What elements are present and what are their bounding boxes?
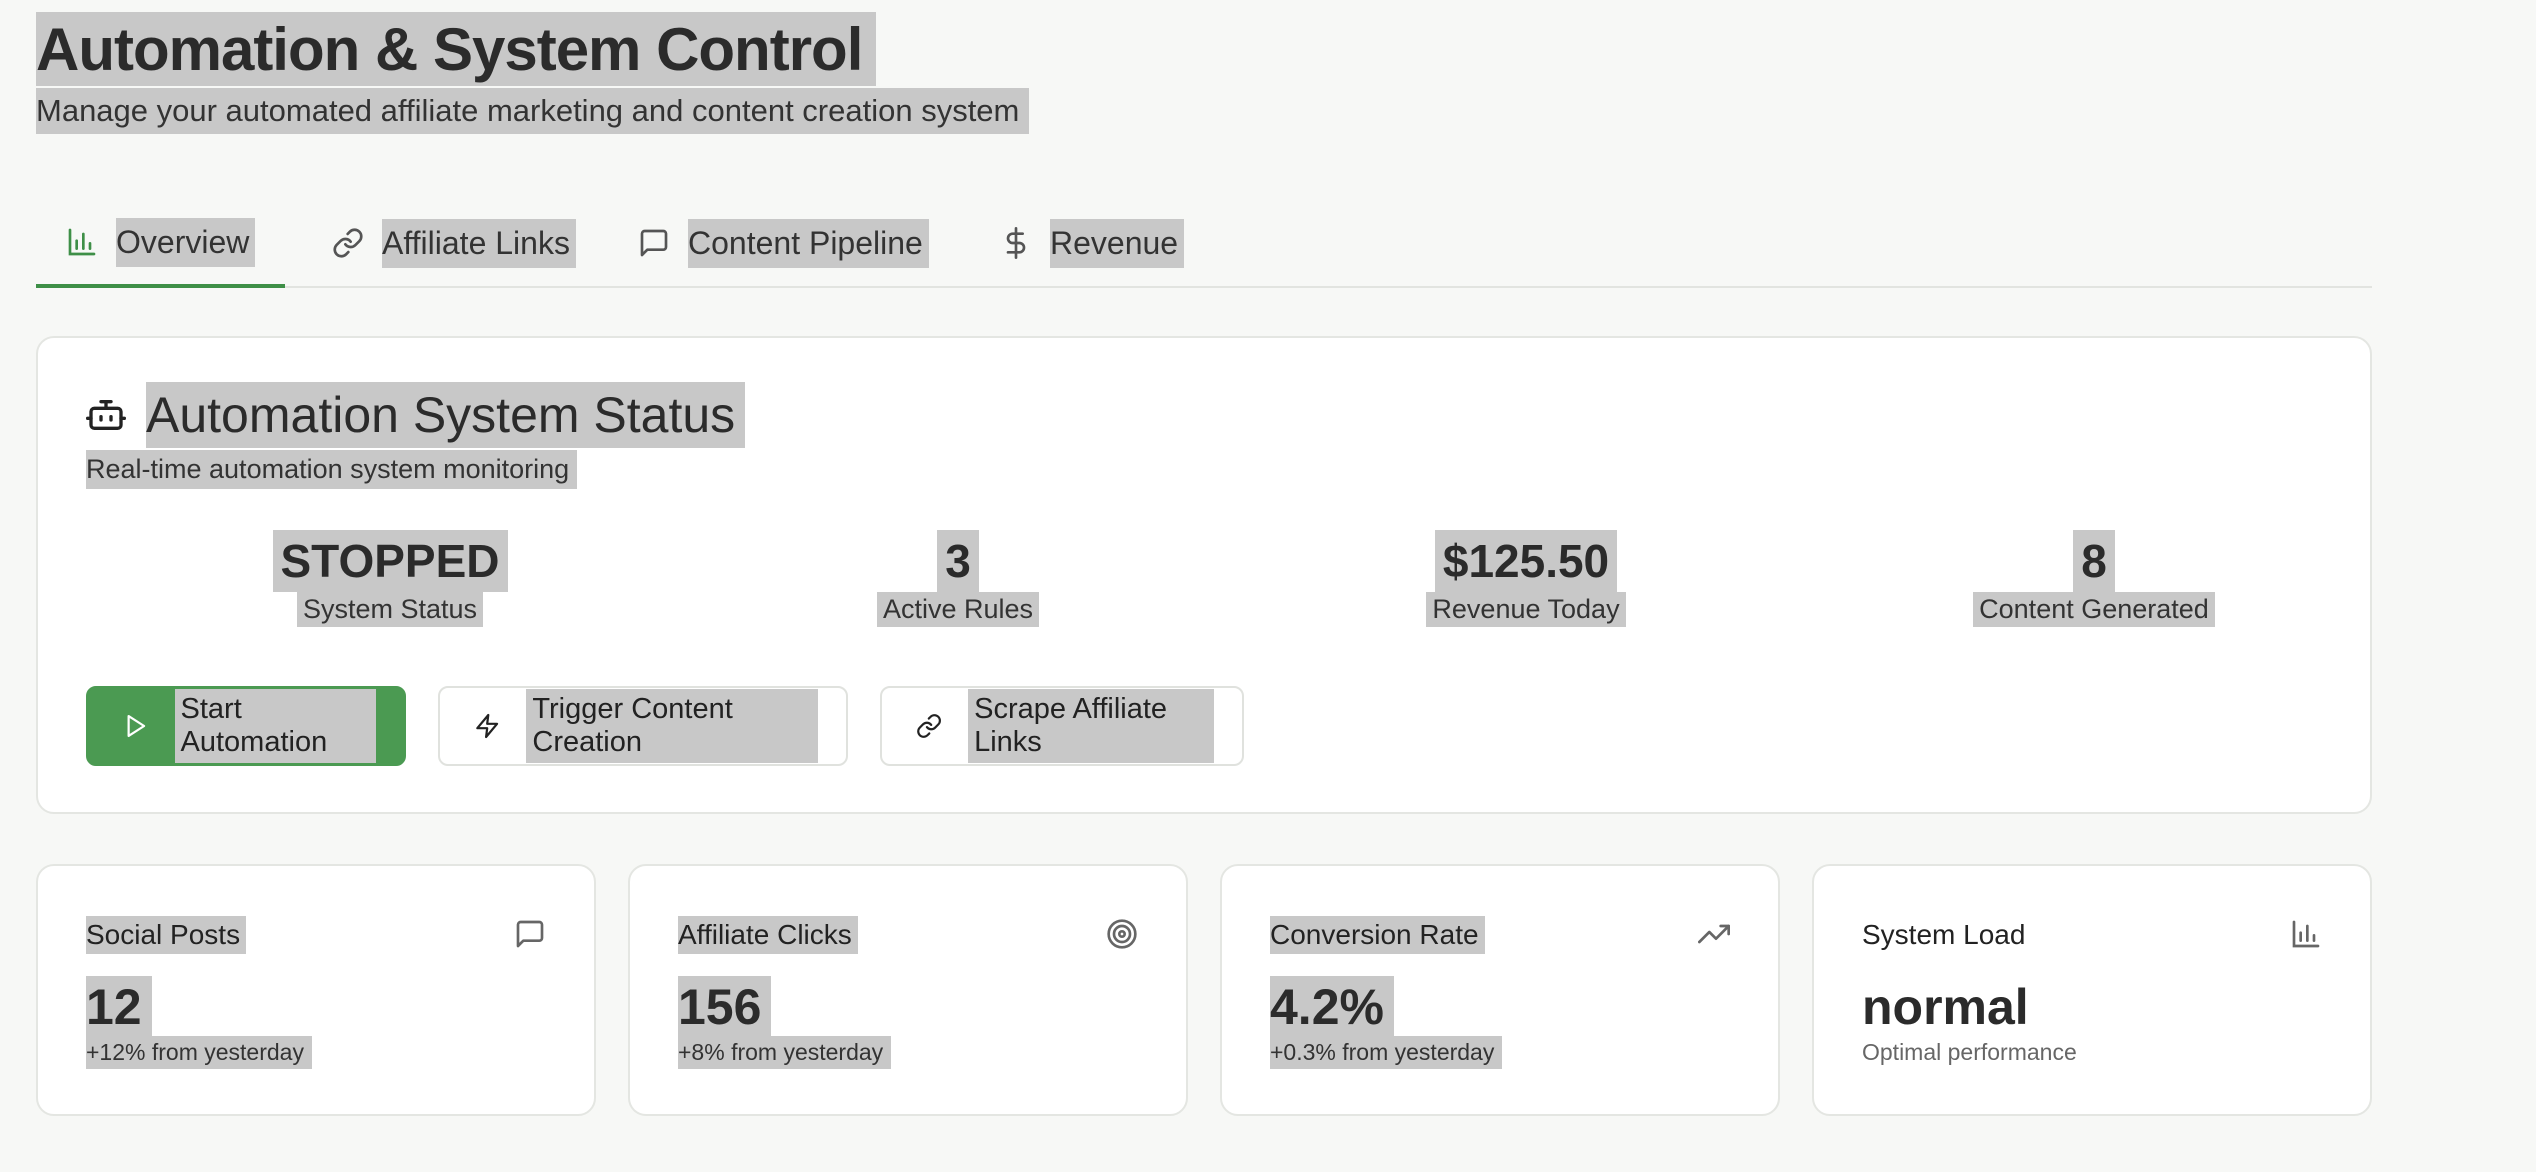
metric-value: STOPPED bbox=[272, 530, 508, 592]
target-icon bbox=[1107, 919, 1137, 949]
play-icon bbox=[127, 714, 146, 738]
button-label: Start Automation bbox=[174, 689, 376, 763]
trending-up-icon bbox=[1698, 924, 1730, 944]
stat-value: 12 bbox=[86, 976, 152, 1038]
stat-change: +0.3% from yesterday bbox=[1270, 1036, 1503, 1069]
page-subtitle: Manage your automated affiliate marketin… bbox=[36, 88, 1030, 134]
scrape-affiliate-links-button[interactable]: Scrape Affiliate Links bbox=[880, 686, 1244, 766]
stat-title: Affiliate Clicks bbox=[678, 916, 858, 954]
message-square-icon bbox=[516, 920, 544, 948]
stat-change: +8% from yesterday bbox=[678, 1036, 892, 1069]
page-title: Automation & System Control bbox=[36, 12, 877, 86]
stat-title: System Load bbox=[1862, 919, 2026, 950]
stat-card-social-posts: Social Posts 12 +12% from yesterday bbox=[36, 864, 596, 1116]
metric-value: $125.50 bbox=[1434, 530, 1618, 592]
stat-value: 4.2% bbox=[1270, 976, 1394, 1038]
tab-label: Content Pipeline bbox=[688, 218, 929, 268]
stat-title: Conversion Rate bbox=[1270, 916, 1485, 954]
link-icon bbox=[917, 714, 941, 738]
card-description: Real-time automation system monitoring bbox=[86, 450, 578, 489]
link-icon bbox=[333, 228, 363, 258]
tab-content-pipeline[interactable]: Content Pipeline bbox=[624, 200, 943, 286]
metric-label: Revenue Today bbox=[1426, 592, 1626, 627]
automation-status-card: Automation System Status Real-time autom… bbox=[36, 336, 2372, 814]
tab-label: Affiliate Links bbox=[382, 218, 576, 268]
metric-active-rules: 3 Active Rules bbox=[678, 530, 1238, 627]
stat-change: +12% from yesterday bbox=[86, 1036, 312, 1069]
button-label: Scrape Affiliate Links bbox=[968, 689, 1214, 763]
metric-value: 8 bbox=[2073, 530, 2115, 592]
stat-value: normal bbox=[1862, 979, 2029, 1035]
tab-label: Revenue bbox=[1050, 218, 1185, 268]
metric-value: 3 bbox=[937, 530, 979, 592]
bar-chart-icon bbox=[68, 228, 96, 256]
tab-label: Overview bbox=[116, 217, 256, 267]
stat-card-conversion-rate: Conversion Rate 4.2% +0.3% from yesterda… bbox=[1220, 864, 1780, 1116]
metric-label: System Status bbox=[296, 592, 484, 627]
button-label: Trigger Content Creation bbox=[526, 689, 818, 763]
bot-icon bbox=[86, 400, 126, 430]
bar-chart-icon bbox=[2292, 920, 2320, 948]
metric-label: Active Rules bbox=[876, 592, 1040, 627]
start-automation-button[interactable]: Start Automation bbox=[86, 686, 406, 766]
tab-overview[interactable]: Overview bbox=[36, 200, 286, 288]
stat-title: Social Posts bbox=[86, 916, 247, 954]
metric-system-status: STOPPED System Status bbox=[110, 530, 670, 627]
dollar-icon bbox=[1006, 227, 1026, 259]
metric-label: Content Generated bbox=[1973, 592, 2215, 627]
stat-note: Optimal performance bbox=[1862, 1039, 2077, 1065]
tab-revenue[interactable]: Revenue bbox=[986, 200, 1198, 286]
trigger-content-creation-button[interactable]: Trigger Content Creation bbox=[438, 686, 848, 766]
tab-bar: Overview Affiliate Links Content Pipelin… bbox=[36, 200, 2372, 288]
card-title: Automation System Status bbox=[146, 382, 746, 448]
tab-affiliate-links[interactable]: Affiliate Links bbox=[318, 200, 590, 286]
metric-content-generated: 8 Content Generated bbox=[1814, 530, 2374, 627]
page-header: Automation & System Control Manage your … bbox=[36, 12, 1030, 134]
zap-icon bbox=[476, 713, 499, 739]
stat-value: 156 bbox=[678, 976, 772, 1038]
card-header: Automation System Status bbox=[86, 382, 746, 448]
stat-card-affiliate-clicks: Affiliate Clicks 156 +8% from yesterday bbox=[628, 864, 1188, 1116]
metric-revenue-today: $125.50 Revenue Today bbox=[1246, 530, 1806, 627]
stat-card-system-load: System Load normal Optimal performance bbox=[1812, 864, 2372, 1116]
message-square-icon bbox=[640, 229, 668, 257]
